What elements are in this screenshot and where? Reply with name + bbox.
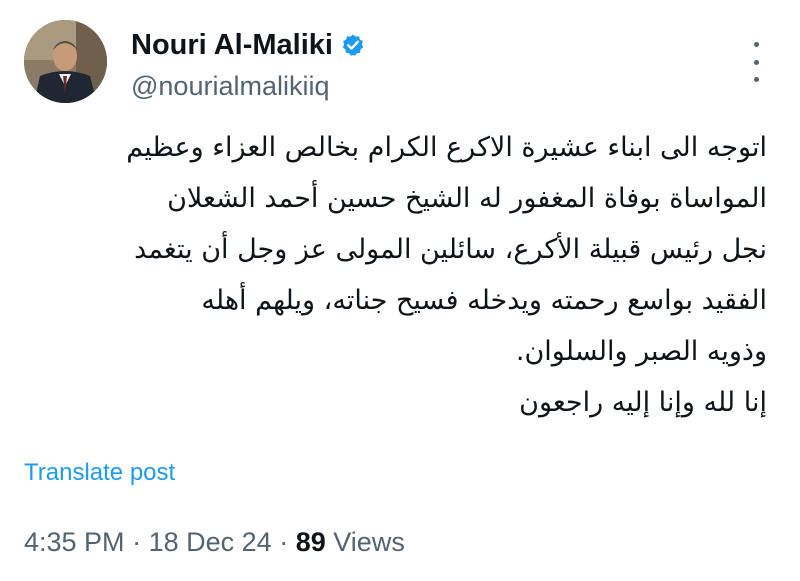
meta-separator: · [132,527,142,557]
tweet-text-line: إنا لله وإنا إليه راجعون [519,387,767,418]
tweet-text-line: اتوجه الى ابناء عشيرة الاكرع الكرام بخال… [126,132,767,163]
author-handle[interactable]: @nourialmalikiiq [131,70,329,102]
tweet-text-line: وذويه الصبر والسلوان. [515,336,767,367]
translate-post-link[interactable]: Translate post [24,458,175,488]
tweet-text-line: نجل رئيس قبيلة الأكرع، سائلين المولى عز … [134,234,767,265]
tweet-text-line: الفقيد بواسع رحمته ويدخله فسيح جناته، وي… [201,285,767,316]
tweet-header: Nouri Al-Maliki @nourialmalikiiq [24,20,776,110]
verified-badge-icon [341,33,365,57]
avatar[interactable] [24,20,107,103]
avatar-image [24,20,107,103]
more-dot-icon [753,42,759,47]
tweet-text: اتوجه الى ابناء عشيرة الاكرع الكرام بخال… [24,122,767,428]
more-dot-icon [753,77,759,82]
more-dot-icon [753,59,759,65]
tweet-text-line: المواساة بوفاة المغفور له الشيخ حسين أحم… [167,183,767,214]
views-label: Views [333,527,405,557]
author-name-row: Nouri Al-Maliki [131,28,365,62]
tweet-meta: 4:35 PM · 18 Dec 24 · 89 Views [24,525,405,559]
tweet-date[interactable]: 18 Dec 24 [149,527,272,557]
views-count[interactable]: 89 [296,527,326,557]
meta-separator: · [279,527,289,557]
tweet-time[interactable]: 4:35 PM [24,527,125,557]
more-options-icon[interactable] [744,42,768,82]
author-display-name[interactable]: Nouri Al-Maliki [131,28,333,62]
